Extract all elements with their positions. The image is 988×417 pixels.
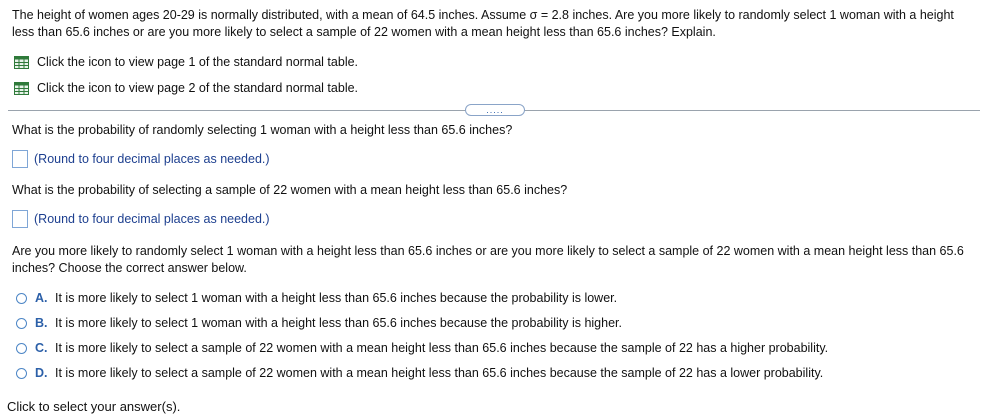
table-icon[interactable] bbox=[14, 82, 29, 95]
choice-question-text: Are you more likely to randomly select 1… bbox=[12, 244, 964, 275]
problem-statement: The height of women ages 20-29 is normal… bbox=[12, 8, 954, 39]
option-c-text[interactable]: It is more likely to select a sample of … bbox=[55, 341, 828, 355]
table-link-label: Click the icon to view page 1 of the sta… bbox=[37, 55, 359, 69]
option-b-letter: B. bbox=[35, 316, 48, 330]
expand-collapse-button[interactable]: ..... bbox=[465, 104, 525, 116]
option-a[interactable]: A. It is more likely to select 1 woman w… bbox=[16, 291, 617, 305]
footer-instruction: Click to select your answer(s). bbox=[7, 399, 181, 414]
option-a-radio[interactable] bbox=[16, 292, 27, 304]
option-b-radio[interactable] bbox=[16, 317, 27, 329]
question-1-text: What is the probability of randomly sele… bbox=[12, 123, 513, 137]
question-2-answer-input[interactable] bbox=[12, 210, 28, 228]
table-link-label: Click the icon to view page 2 of the sta… bbox=[37, 81, 359, 95]
standard-normal-table-page-2-link[interactable]: Click the icon to view page 2 of the sta… bbox=[14, 81, 358, 95]
option-d-text[interactable]: It is more likely to select a sample of … bbox=[55, 366, 823, 380]
question-2-answer-row: (Round to four decimal places as needed.… bbox=[12, 210, 270, 228]
option-a-text[interactable]: It is more likely to select 1 woman with… bbox=[55, 291, 617, 305]
option-c-radio[interactable] bbox=[16, 342, 27, 354]
question-1-answer-input[interactable] bbox=[12, 150, 28, 168]
option-d-letter: D. bbox=[35, 366, 48, 380]
option-a-letter: A. bbox=[35, 291, 48, 305]
option-d[interactable]: D. It is more likely to select a sample … bbox=[16, 366, 823, 380]
question-2-hint: (Round to four decimal places as needed.… bbox=[34, 212, 270, 226]
table-icon[interactable] bbox=[14, 56, 29, 69]
option-c-letter: C. bbox=[35, 341, 48, 355]
question-2-text: What is the probability of selecting a s… bbox=[12, 183, 568, 197]
question-1-hint: (Round to four decimal places as needed.… bbox=[34, 152, 270, 166]
option-b[interactable]: B. It is more likely to select 1 woman w… bbox=[16, 316, 622, 330]
option-d-radio[interactable] bbox=[16, 367, 27, 379]
option-b-text[interactable]: It is more likely to select 1 woman with… bbox=[55, 316, 622, 330]
standard-normal-table-page-1-link[interactable]: Click the icon to view page 1 of the sta… bbox=[14, 55, 358, 69]
option-c[interactable]: C. It is more likely to select a sample … bbox=[16, 341, 828, 355]
question-1-answer-row: (Round to four decimal places as needed.… bbox=[12, 150, 270, 168]
